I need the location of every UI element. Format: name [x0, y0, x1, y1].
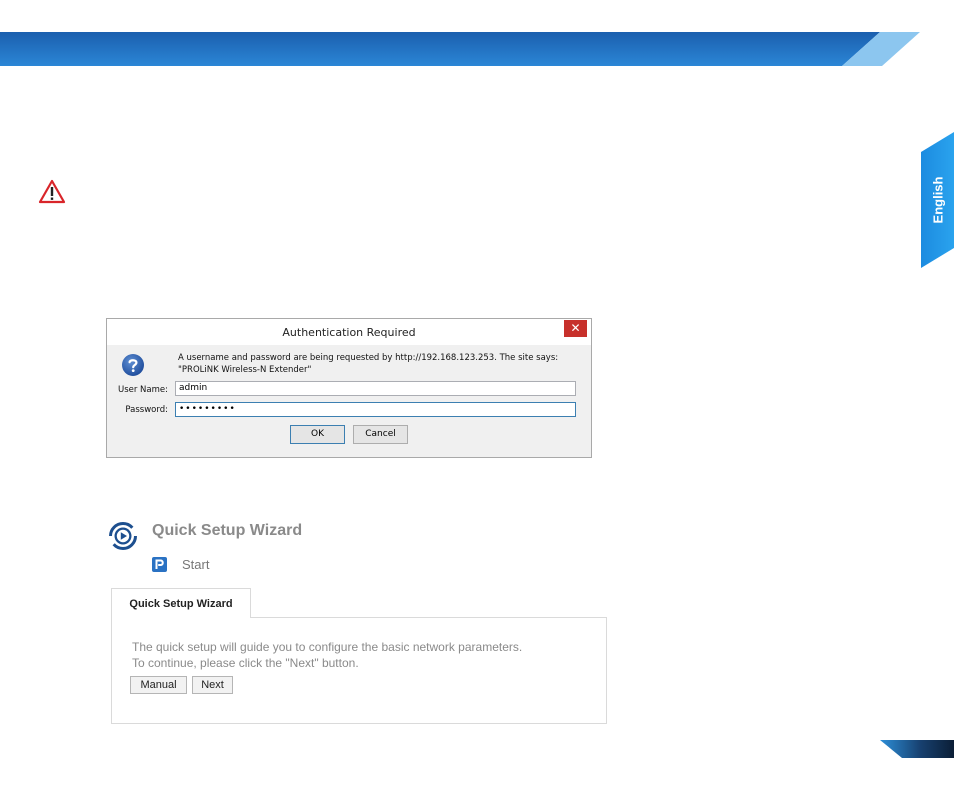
wizard-heading: Quick Setup Wizard	[152, 522, 303, 539]
wizard-description-line-2: To continue, please click the "Next" but…	[132, 656, 359, 670]
dialog-titlebar: Authentication Required ✕	[107, 319, 591, 345]
dialog-message: A username and password are being reques…	[178, 353, 559, 375]
wizard-description: The quick setup will guide you to config…	[132, 639, 522, 671]
authentication-dialog: Authentication Required ✕ A username and…	[106, 318, 592, 458]
dialog-title: Authentication Required	[282, 326, 416, 339]
tab-quick-setup-wizard[interactable]: Quick Setup Wizard	[111, 588, 251, 618]
wizard-play-icon	[109, 522, 137, 550]
username-label: User Name:	[117, 385, 168, 395]
start-label: Start	[182, 557, 210, 572]
close-button[interactable]: ✕	[564, 320, 587, 337]
warning-icon	[38, 179, 66, 204]
next-button[interactable]: Next	[192, 676, 233, 694]
language-tab[interactable]: English	[921, 132, 954, 268]
footer-banner	[880, 740, 954, 758]
username-input[interactable]: admin	[175, 381, 576, 396]
password-label: Password:	[125, 405, 168, 415]
question-icon	[122, 354, 144, 376]
ok-button[interactable]: OK	[290, 425, 345, 444]
manual-button[interactable]: Manual	[130, 676, 187, 694]
cancel-button[interactable]: Cancel	[353, 425, 408, 444]
wizard-description-line-1: The quick setup will guide you to config…	[132, 640, 523, 654]
tab-label: Quick Setup Wizard	[129, 598, 233, 610]
password-input[interactable]: •••••••••	[175, 402, 576, 417]
close-icon: ✕	[570, 321, 581, 335]
header-banner	[0, 32, 920, 66]
language-label: English	[930, 176, 945, 224]
wizard-panel: The quick setup will guide you to config…	[111, 617, 607, 724]
start-icon	[152, 557, 167, 572]
